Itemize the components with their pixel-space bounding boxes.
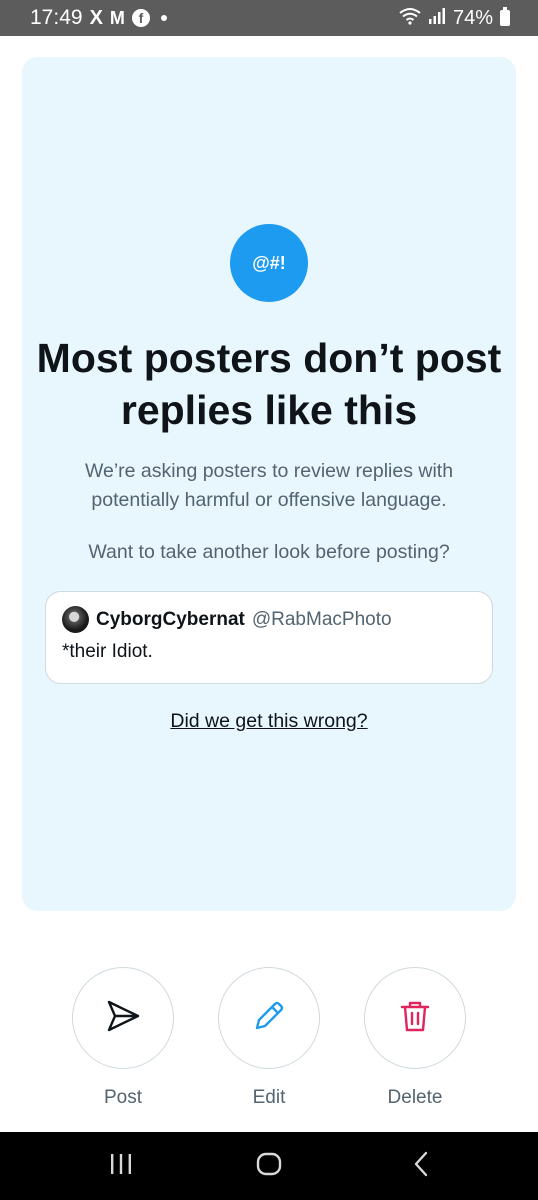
feedback-link[interactable]: Did we get this wrong? — [22, 710, 516, 733]
reply-preview: CyborgCybernat @RabMacPhoto *their Idiot… — [45, 591, 493, 684]
home-button[interactable] — [234, 1132, 304, 1200]
status-time: 17:49 — [30, 6, 83, 29]
edit-label: Edit — [252, 1087, 286, 1108]
x-icon: X — [89, 6, 103, 29]
battery-percent: 74% — [452, 6, 493, 29]
status-bar: 17:49 X M f 74% — [0, 0, 538, 36]
back-chevron-icon — [412, 1151, 430, 1182]
facebook-icon: f — [131, 9, 150, 27]
avatar — [62, 606, 89, 633]
send-icon — [105, 998, 141, 1039]
review-explanation: We’re asking posters to review replies w… — [84, 460, 454, 511]
post-label: Post — [103, 1087, 143, 1108]
review-card: @#! Most posters don’t post replies like… — [22, 57, 516, 911]
back-button[interactable] — [386, 1132, 456, 1200]
post-button[interactable] — [72, 967, 174, 1069]
notification-dot-icon — [160, 15, 167, 21]
reply-author-handle: @RabMacPhoto — [251, 608, 392, 630]
wifi-icon — [399, 7, 421, 30]
delete-button[interactable] — [364, 967, 466, 1069]
reply-author-name: CyborgCybernat — [96, 608, 245, 630]
edit-button[interactable] — [218, 967, 320, 1069]
edit-action[interactable]: Edit — [218, 967, 320, 1109]
trash-icon — [397, 998, 433, 1039]
system-nav-bar — [0, 1132, 538, 1200]
recent-apps-button[interactable] — [86, 1132, 156, 1200]
delete-action[interactable]: Delete — [364, 967, 466, 1109]
gmail-icon: M — [109, 7, 125, 28]
pencil-icon — [251, 998, 287, 1039]
reply-text: *their Idiot. — [62, 641, 153, 662]
language-warning-badge: @#! — [230, 224, 308, 302]
signal-icon — [428, 7, 446, 29]
recent-apps-icon — [109, 1153, 133, 1180]
page-title: Most posters don’t post replies like thi… — [36, 335, 502, 433]
delete-label: Delete — [387, 1087, 443, 1108]
action-row: Post Edit Delete — [0, 967, 538, 1117]
review-question: Want to take another look before posting… — [88, 541, 450, 563]
post-action[interactable]: Post — [72, 967, 174, 1109]
battery-icon — [500, 7, 510, 26]
home-icon — [256, 1152, 282, 1181]
